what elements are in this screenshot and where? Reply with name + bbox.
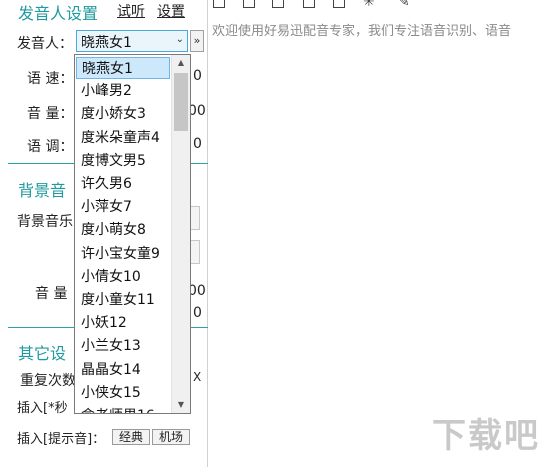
- scroll-up-icon[interactable]: ▲: [172, 55, 190, 71]
- repeat-value: X: [193, 370, 202, 384]
- speaker-option[interactable]: 小峰男2: [76, 80, 170, 102]
- text-editor[interactable]: [208, 12, 550, 467]
- settings-link[interactable]: 设置: [157, 1, 185, 21]
- speaker-option[interactable]: 小萍女7: [76, 196, 170, 218]
- speaker-option[interactable]: 度米朵童声4: [76, 127, 170, 149]
- speaker-option[interactable]: 俞老师男16: [76, 405, 170, 413]
- pitch-label: 语 调：: [27, 139, 74, 155]
- paste-icon[interactable]: [213, 0, 225, 8]
- speaker-option[interactable]: 晓燕女1: [76, 57, 170, 79]
- speaker-select[interactable]: 晓燕女1 ⌄: [76, 30, 188, 52]
- speaker-option[interactable]: 度小童女11: [76, 289, 170, 311]
- speaker-option[interactable]: 小倩女10: [76, 266, 170, 288]
- speed-label: 语 速：: [27, 71, 74, 87]
- repeat-label: 重复次数: [20, 373, 76, 389]
- editor-text: 欢迎使用好易迅配音专家，我们专注语音识别、语音: [212, 24, 512, 39]
- speaker-option[interactable]: 度小萌女8: [76, 219, 170, 241]
- speaker-dropdown-list[interactable]: 晓燕女1 小峰男2 度小娇女3 度米朵童声4 度博文男5 许久男6 小萍女7 度小萌女8 许小宝…: [74, 54, 191, 414]
- pitch-value: 0: [193, 136, 202, 152]
- list-icon[interactable]: [333, 0, 345, 8]
- speaker-option[interactable]: 度小娇女3: [76, 103, 170, 125]
- listen-link[interactable]: 试听: [117, 1, 145, 21]
- speaker-select-value: 晓燕女1: [81, 35, 132, 51]
- insert-tone-label: 插入[提示音]：: [17, 432, 106, 447]
- copy-icon[interactable]: [243, 0, 255, 8]
- speed-value: 0: [193, 68, 202, 84]
- speaker-option[interactable]: 小妖12: [76, 312, 170, 334]
- speaker-option[interactable]: 晶晶女14: [76, 359, 170, 381]
- speaker-label: 发音人：: [17, 36, 73, 52]
- tool-icon[interactable]: ✎: [398, 0, 410, 10]
- chevron-down-icon: ⌄: [175, 34, 184, 45]
- document-icon[interactable]: [303, 0, 315, 8]
- speaker-option[interactable]: 许久男6: [76, 173, 170, 195]
- watermark: 下载吧: [432, 416, 540, 456]
- bgm-volume-value-2: 0: [193, 305, 202, 321]
- airport-tone-button[interactable]: 机场: [152, 429, 191, 445]
- expand-button[interactable]: »: [190, 30, 204, 52]
- scrollbar-thumb[interactable]: [174, 73, 188, 131]
- bgm-volume-label: 音 量: [35, 286, 68, 302]
- dropdown-scrollbar[interactable]: ▲ ▼: [171, 55, 190, 413]
- speaker-option[interactable]: 小侠女15: [76, 382, 170, 404]
- other-heading: 其它设: [18, 344, 67, 363]
- cut-icon[interactable]: [272, 0, 284, 8]
- speaker-settings-title: 发音人设置: [18, 4, 99, 23]
- bgm-label: 背景音乐: [17, 214, 73, 230]
- speaker-option[interactable]: 许小宝女童9: [76, 243, 170, 265]
- scroll-down-icon[interactable]: ▼: [172, 397, 190, 413]
- classic-tone-button[interactable]: 经典: [112, 429, 151, 445]
- volume-label: 音 量：: [27, 106, 74, 122]
- insert-pause-label: 插入[*秒: [17, 401, 68, 416]
- speaker-option[interactable]: 度博文男5: [76, 150, 170, 172]
- star-icon[interactable]: ✳: [363, 0, 375, 10]
- bgm-heading: 背景音: [18, 181, 67, 200]
- speaker-option[interactable]: 小兰女13: [76, 335, 170, 357]
